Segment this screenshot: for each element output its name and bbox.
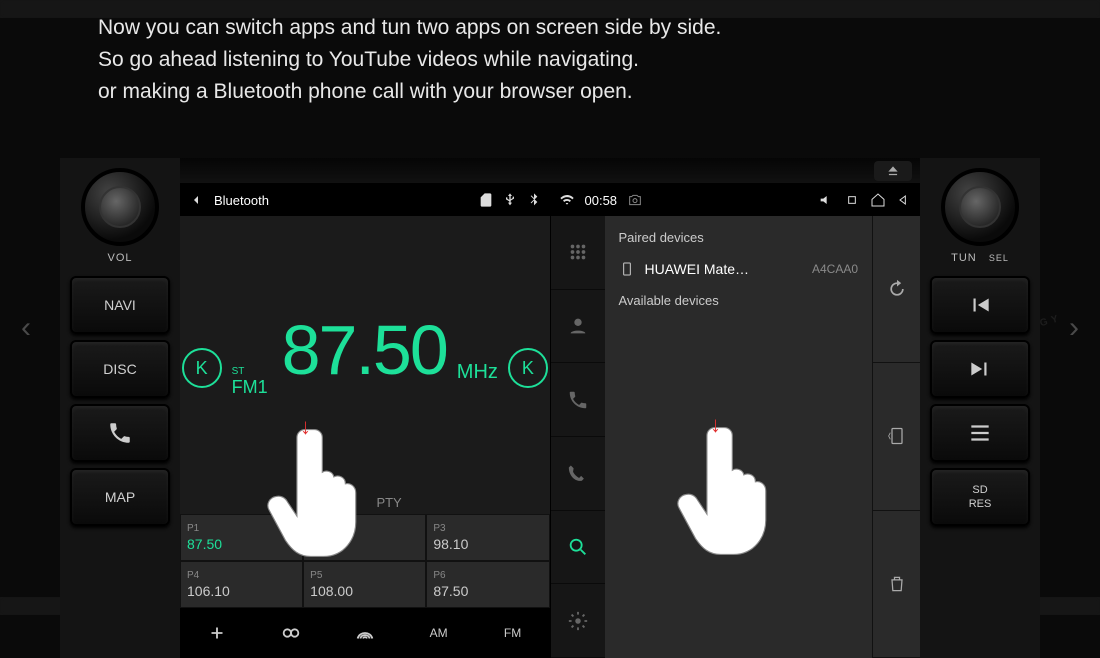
signal-button[interactable] bbox=[328, 608, 402, 658]
marketing-line: So go ahead listening to YouTube videos … bbox=[98, 44, 721, 76]
home-icon[interactable] bbox=[870, 192, 886, 208]
pty-button[interactable]: PTY bbox=[376, 495, 401, 510]
wifi-icon bbox=[559, 192, 575, 208]
left-hardware-panel: VOL NAVI DISC MAP bbox=[60, 158, 180, 658]
marketing-line: or making a Bluetooth phone call with yo… bbox=[98, 76, 721, 108]
frequency-display: K ST FM1 87.50 MHz K bbox=[180, 216, 550, 491]
brightness-icon[interactable] bbox=[844, 192, 860, 208]
volume-icon[interactable] bbox=[818, 192, 834, 208]
available-header: Available devices bbox=[605, 287, 873, 314]
back-icon[interactable] bbox=[188, 192, 204, 208]
device-mac: A4CAA0 bbox=[812, 262, 858, 276]
navi-button[interactable]: NAVI bbox=[70, 276, 170, 334]
eject-button[interactable] bbox=[874, 161, 912, 181]
bluetooth-icon bbox=[526, 192, 542, 208]
loc-button[interactable] bbox=[254, 608, 328, 658]
tune-knob[interactable] bbox=[941, 168, 1019, 246]
preset-6[interactable]: P687.50 bbox=[426, 561, 549, 608]
bt-settings-tab[interactable] bbox=[551, 584, 605, 658]
prev-track-button[interactable] bbox=[930, 276, 1030, 334]
am-button[interactable]: AM bbox=[402, 608, 476, 658]
preset-grid: P187.50 P290.10 P398.10 P4106.10 P5108.0… bbox=[180, 514, 550, 608]
app-title: Bluetooth bbox=[214, 193, 269, 208]
bt-disconnect[interactable] bbox=[873, 363, 920, 510]
phone-device-icon bbox=[619, 261, 635, 277]
carousel-next[interactable]: › bbox=[1054, 308, 1094, 348]
paired-device-row[interactable]: HUAWEI Mate… A4CAA0 bbox=[605, 251, 873, 287]
preset-5[interactable]: P5108.00 bbox=[303, 561, 426, 608]
left-screen-radio: Bluetooth K ST bbox=[180, 184, 551, 658]
bt-dialpad-tab[interactable] bbox=[551, 216, 605, 290]
android-back-icon[interactable] bbox=[896, 192, 912, 208]
preset-3[interactable]: P398.10 bbox=[426, 514, 549, 561]
bt-history-tab[interactable] bbox=[551, 363, 605, 437]
bt-device-list: Paired devices HUAWEI Mate… A4CAA0 Avail… bbox=[605, 216, 873, 658]
head-unit: VOL NAVI DISC MAP Bluetooth bbox=[60, 158, 1040, 658]
map-button[interactable]: MAP bbox=[70, 468, 170, 526]
bt-search-tab[interactable] bbox=[551, 511, 605, 585]
camera-icon bbox=[627, 192, 643, 208]
disc-button[interactable]: DISC bbox=[70, 340, 170, 398]
sd-res-button[interactable]: SDRES bbox=[930, 468, 1030, 526]
frequency-value: 87.50 bbox=[282, 310, 447, 390]
frequency-unit: MHz bbox=[457, 361, 498, 384]
clock: 00:58 bbox=[585, 193, 618, 208]
volume-label: VOL bbox=[107, 252, 132, 264]
tune-label: TUN SEL bbox=[951, 252, 1009, 264]
disc-slot bbox=[180, 158, 920, 184]
paired-header: Paired devices bbox=[605, 224, 873, 251]
stereo-indicator: ST bbox=[232, 366, 245, 377]
bt-refresh[interactable] bbox=[873, 216, 920, 363]
phone-button[interactable] bbox=[70, 404, 170, 462]
scan-button[interactable] bbox=[180, 608, 254, 658]
fm-button[interactable]: FM bbox=[476, 608, 550, 658]
bt-delete[interactable] bbox=[873, 511, 920, 658]
preset-2[interactable]: P290.10 bbox=[303, 514, 426, 561]
bt-contacts-tab[interactable] bbox=[551, 290, 605, 364]
bt-sidebar bbox=[551, 216, 605, 658]
device-name: HUAWEI Mate… bbox=[645, 261, 750, 277]
radio-sub-buttons: A PTY bbox=[180, 491, 550, 514]
tune-up[interactable]: K bbox=[508, 348, 548, 388]
marketing-copy: Now you can switch apps and tun two apps… bbox=[98, 12, 721, 108]
next-track-button[interactable] bbox=[930, 340, 1030, 398]
preset-4[interactable]: P4106.10 bbox=[180, 561, 303, 608]
preset-1[interactable]: P187.50 bbox=[180, 514, 303, 561]
ta-button[interactable]: A bbox=[328, 495, 337, 510]
marketing-line: Now you can switch apps and tun two apps… bbox=[98, 12, 721, 44]
sd-icon bbox=[478, 192, 494, 208]
tune-down[interactable]: K bbox=[182, 348, 222, 388]
right-screen-bluetooth: 00:58 bbox=[551, 184, 921, 658]
usb-icon bbox=[502, 192, 518, 208]
volume-knob[interactable] bbox=[81, 168, 159, 246]
bt-right-actions bbox=[872, 216, 920, 658]
right-status-bar: 00:58 bbox=[551, 184, 921, 216]
bt-music-tab[interactable] bbox=[551, 437, 605, 511]
right-hardware-panel: TUN SEL SDRES bbox=[920, 158, 1040, 658]
left-status-bar: Bluetooth bbox=[180, 184, 550, 216]
carousel-prev[interactable]: ‹ bbox=[6, 308, 46, 348]
band-label: FM1 bbox=[232, 377, 268, 398]
radio-bottom-bar: AM FM bbox=[180, 608, 550, 658]
menu-button[interactable] bbox=[930, 404, 1030, 462]
